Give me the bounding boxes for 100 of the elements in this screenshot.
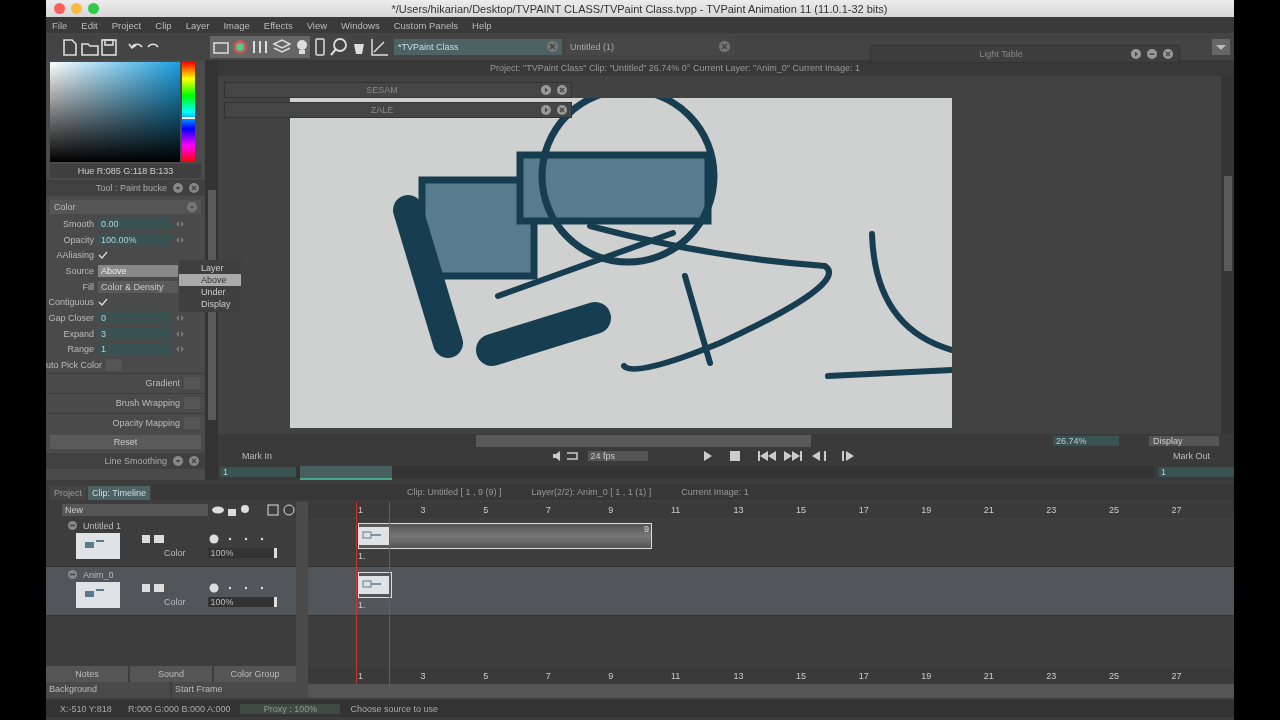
play-icon[interactable] — [541, 85, 551, 95]
number-field[interactable]: 0.00 — [98, 217, 172, 230]
blend-mode-label[interactable]: Color — [164, 597, 186, 607]
tools-toolbar-icon[interactable] — [314, 35, 390, 58]
floating-panel[interactable]: Light Table — [870, 45, 1180, 63]
panel-button[interactable]: Sound — [130, 666, 212, 682]
frame-ruler[interactable]: 1 3 5 7 9 11 13 15 17 19 21 23 25 27 — [308, 668, 1234, 684]
close-button[interactable] — [54, 3, 65, 14]
spin-arrows-icon[interactable] — [176, 219, 184, 228]
current-frame-marker[interactable] — [356, 502, 390, 684]
mark-in-label: Mark In — [242, 451, 272, 461]
floating-panel[interactable]: ZALE — [224, 102, 572, 118]
frame-number: 27 — [1171, 671, 1183, 681]
panel-button[interactable]: Color Group — [214, 666, 296, 682]
display-select[interactable]: Display — [1149, 436, 1219, 446]
menu-item[interactable]: View — [306, 19, 328, 31]
frame-ruler[interactable]: 1 3 5 7 9 11 13 15 17 19 21 23 25 27 — [308, 502, 1234, 518]
panel-title: Tool : Paint bucke — [95, 183, 167, 193]
collapse-icon[interactable] — [68, 521, 77, 530]
new-layer-select[interactable]: New — [62, 504, 208, 516]
frame-number: 19 — [921, 505, 933, 515]
floating-panel[interactable]: SESAM — [224, 82, 572, 98]
panel-title: ZALE — [369, 105, 395, 115]
number-field[interactable]: 1 — [98, 343, 172, 356]
close-icon[interactable] — [189, 183, 199, 193]
field-label: uto Pick Color — [46, 360, 103, 371]
layer-tools-icon[interactable] — [212, 504, 296, 516]
panel-toolbar-icon[interactable] — [210, 35, 310, 58]
spin-arrows-icon[interactable] — [176, 329, 184, 338]
close-icon[interactable] — [547, 41, 558, 52]
scrollbar-thumb[interactable] — [1223, 176, 1232, 271]
frame-number: 1 — [358, 671, 364, 681]
menu-item[interactable]: Edit — [81, 19, 98, 31]
spin-arrows-icon[interactable] — [176, 235, 184, 244]
collapse-icon[interactable] — [173, 455, 183, 466]
dropdown-icon[interactable] — [1212, 38, 1230, 55]
panel-button[interactable]: Notes — [46, 666, 128, 682]
background-select[interactable]: Background — [46, 682, 170, 698]
layer-row[interactable]: Anim_0 Color 100% — [46, 567, 296, 616]
opacity-field[interactable]: 100% — [207, 597, 277, 607]
image-cell[interactable]: 9 — [358, 523, 652, 549]
field-label: Opacity — [62, 234, 94, 245]
menu-option[interactable]: Display — [179, 298, 241, 310]
horizontal-scrollbar[interactable] — [308, 684, 1234, 698]
image-cell[interactable] — [358, 572, 392, 598]
frame-number: 21 — [983, 505, 995, 515]
close-icon[interactable] — [557, 105, 567, 115]
collapse-icon[interactable] — [187, 202, 197, 212]
close-icon[interactable] — [1163, 49, 1173, 59]
mark-in-field[interactable]: 1 — [220, 467, 296, 477]
frame-number: 7 — [545, 505, 552, 515]
menu-option[interactable]: Above — [179, 274, 241, 286]
close-icon[interactable] — [557, 85, 567, 95]
color-values: R:000 G:000 B:000 A:000 — [126, 703, 232, 714]
checkbox[interactable] — [98, 297, 108, 308]
spin-arrows-icon[interactable] — [176, 313, 184, 322]
layer-thumbnail — [76, 533, 120, 559]
menu-item[interactable]: Project — [111, 19, 142, 31]
menu-option[interactable]: Under — [179, 286, 241, 298]
document-tab[interactable]: *TVPaint Class — [394, 38, 562, 55]
play-icon[interactable] — [1131, 49, 1141, 59]
panel-title: Light Table — [978, 49, 1024, 59]
menu-item[interactable]: Help — [472, 19, 492, 31]
checkbox[interactable] — [106, 359, 123, 372]
blend-mode-label[interactable]: Color — [164, 548, 186, 558]
reset-button[interactable]: Reset — [50, 434, 201, 449]
opacity-field[interactable]: 100% — [207, 548, 277, 558]
close-icon[interactable] — [189, 455, 199, 466]
number-field[interactable]: 0 — [98, 311, 172, 324]
field-label: Smooth — [61, 218, 94, 229]
timeline-tab[interactable]: Clip: Timeline — [88, 486, 151, 500]
select-field[interactable]: Above — [98, 264, 178, 277]
number-field[interactable]: 3 — [98, 327, 172, 340]
collapse-icon[interactable] — [68, 570, 77, 579]
menu-item[interactable]: Windows — [341, 19, 380, 31]
zoom-field[interactable]: 26.74% — [1053, 436, 1119, 446]
menu-item[interactable]: Clip — [155, 19, 172, 31]
timeline-tab[interactable]: Project — [50, 486, 86, 500]
spin-arrows-icon[interactable] — [176, 345, 184, 354]
section-header[interactable]: Color — [50, 200, 201, 214]
color-picker[interactable] — [50, 62, 180, 162]
start-frame-select[interactable]: Start Frame — [172, 682, 296, 698]
mark-out-field[interactable]: 1 — [1158, 467, 1234, 477]
menu-option[interactable]: Layer — [179, 262, 241, 274]
number-field[interactable]: 100.00% — [98, 233, 172, 246]
collapse-icon[interactable] — [173, 183, 183, 193]
menu-item[interactable]: Layer — [185, 19, 210, 31]
minimize-icon[interactable] — [1147, 49, 1157, 59]
play-icon[interactable] — [541, 105, 551, 115]
menu-item[interactable]: Effects — [263, 19, 293, 31]
close-icon[interactable] — [719, 41, 730, 52]
menu-item[interactable]: Image — [223, 19, 250, 31]
menu-item[interactable]: Custom Panels — [393, 19, 459, 31]
fps-select[interactable]: 24 fps — [587, 451, 648, 461]
select-field[interactable]: Color & Density — [98, 280, 178, 293]
scrollbar-thumb[interactable] — [476, 435, 811, 447]
zoom-button[interactable] — [88, 3, 99, 14]
layer-name: Untitled 1 — [83, 520, 122, 531]
menu-item[interactable]: File — [52, 19, 68, 31]
checkbox[interactable] — [98, 250, 108, 261]
